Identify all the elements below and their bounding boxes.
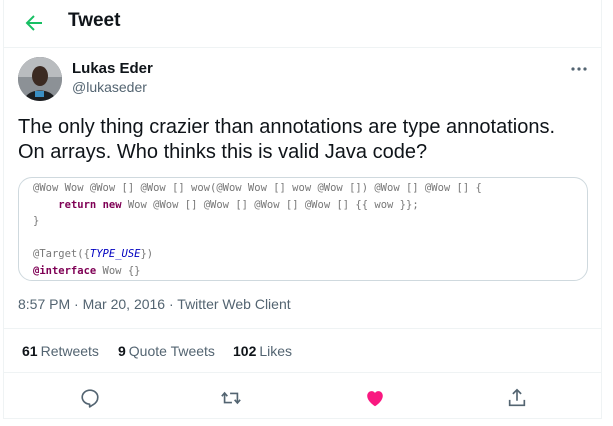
code-line: @interface Wow {} [33,264,141,277]
code-keyword: return [58,198,97,211]
code-constant: TYPE_USE [89,248,141,260]
action-bar [4,380,601,416]
quote-tweets-stat[interactable]: 9 Quote Tweets [118,343,215,359]
page-title: Tweet [68,10,121,31]
more-icon[interactable] [570,62,588,76]
tweet-text: The only thing crazier than annotations … [18,115,593,165]
tweet-client[interactable]: Twitter Web Client [177,296,290,312]
tweet-meta: 8:57 PM · Mar 20, 2016 · Twitter Web Cli… [18,296,291,312]
tweet-time[interactable]: 8:57 PM [18,296,70,312]
author-name[interactable]: Lukas Eder [72,60,153,77]
tweet-text-line: The only thing crazier than annotations … [18,116,556,138]
back-arrow-icon[interactable] [22,11,46,35]
code-keyword: new [102,198,122,211]
author-handle[interactable]: @lukaseder [72,79,147,95]
header: Tweet [4,0,601,48]
retweets-stat[interactable]: 61 Retweets [22,343,99,359]
reply-icon[interactable] [79,387,101,409]
tweet-text-line: On arrays. Who thinks this is valid Java… [18,141,428,163]
code-line: } [33,215,40,227]
likes-stat[interactable]: 102 Likes [233,343,292,359]
avatar[interactable] [18,57,62,101]
tweet-date[interactable]: Mar 20, 2016 [83,296,166,312]
code-keyword: @interface [33,264,97,277]
code-line: return new Wow @Wow [] @Wow [] @Wow [] @… [58,198,419,211]
code-line: @Target({TYPE_USE}) [33,248,154,260]
tweet-panel: Tweet Lukas Eder @lukaseder The only thi… [3,0,602,419]
tweet-stats: 61 Retweets 9 Quote Tweets 102 Likes [4,328,601,373]
code-image[interactable]: @Wow Wow @Wow [] @Wow [] wow(@Wow Wow []… [18,177,588,281]
like-icon[interactable] [364,387,386,409]
share-icon[interactable] [506,387,528,409]
code-line: @Wow Wow @Wow [] @Wow [] wow(@Wow Wow []… [33,182,482,194]
retweet-icon[interactable] [220,387,242,409]
